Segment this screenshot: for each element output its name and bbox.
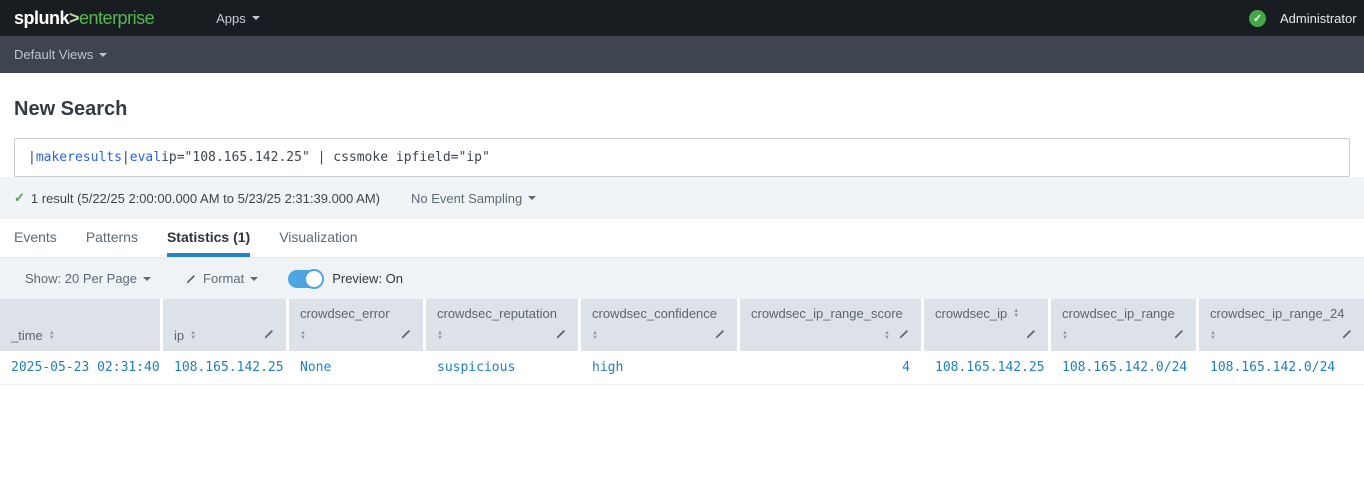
spl-plain-text: | bbox=[122, 150, 130, 165]
column-header-crowdsec_ip_range_24[interactable]: crowdsec_ip_range_24 ▲▼ bbox=[1196, 299, 1364, 351]
results-tabs: Events Patterns Statistics (1) Visualizatio… bbox=[0, 219, 1364, 257]
column-name-label: crowdsec_ip_range_24 bbox=[1210, 306, 1344, 321]
statistics-table: _time▲▼ip▲▼crowdsec_error▲▼crowdsec_repu… bbox=[0, 299, 1364, 385]
page-title: New Search bbox=[14, 98, 1364, 121]
column-format-pencil-icon[interactable] bbox=[400, 328, 412, 343]
search-query-input[interactable]: | makeresults | eval ip="108.165.142.25"… bbox=[14, 138, 1350, 177]
column-name-label: crowdsec_ip bbox=[935, 306, 1007, 321]
column-name-label: crowdsec_confidence bbox=[592, 306, 717, 321]
splunk-logo[interactable]: splunk>enterprise bbox=[14, 8, 154, 29]
statistics-table-container: _time▲▼ip▲▼crowdsec_error▲▼crowdsec_repu… bbox=[0, 299, 1364, 385]
search-complete-icon: ✓ bbox=[14, 190, 25, 206]
column-name-label: crowdsec_error bbox=[300, 306, 390, 321]
spl-plain-text: | bbox=[28, 150, 36, 165]
spl-command-text: eval bbox=[130, 150, 161, 165]
spl-plain-text: ip="108.165.142.25" | cssmoke ipfield="i… bbox=[161, 150, 490, 165]
column-format-pencil-icon[interactable] bbox=[1025, 328, 1037, 343]
table-cell-crowdsec_ip_range_24[interactable]: 108.165.142.0/24 bbox=[1196, 351, 1364, 385]
search-status-bar: ✓ 1 result (5/22/25 2:00:00.000 AM to 5/… bbox=[0, 177, 1364, 219]
health-check-icon[interactable]: ✓ bbox=[1249, 10, 1266, 27]
column-format-pencil-icon[interactable] bbox=[1173, 328, 1185, 343]
chevron-down-icon bbox=[143, 277, 151, 281]
sort-icon[interactable]: ▲▼ bbox=[884, 331, 890, 341]
preview-toggle[interactable] bbox=[288, 270, 323, 288]
tab-events[interactable]: Events bbox=[14, 219, 57, 257]
top-navigation-bar: splunk>enterprise Apps ✓ Administrator bbox=[0, 0, 1364, 36]
preview-state-label: Preview: On bbox=[332, 271, 403, 286]
spl-command-text: makeresults bbox=[36, 150, 122, 165]
chevron-down-icon bbox=[250, 277, 258, 281]
column-header-ip[interactable]: ip ▲▼ bbox=[160, 299, 286, 351]
sort-icon[interactable]: ▲▼ bbox=[1210, 331, 1216, 341]
default-views-menu[interactable]: Default Views bbox=[14, 47, 107, 62]
column-format-pencil-icon[interactable] bbox=[555, 328, 567, 343]
table-cell-ip[interactable]: 108.165.142.25 bbox=[160, 351, 286, 385]
logo-gt-text: > bbox=[69, 8, 79, 28]
per-page-label: Show: 20 Per Page bbox=[25, 271, 137, 286]
column-format-pencil-icon[interactable] bbox=[1341, 328, 1353, 343]
user-menu[interactable]: Administrator bbox=[1280, 11, 1357, 26]
event-sampling-menu[interactable]: No Event Sampling bbox=[411, 191, 536, 206]
column-name-label: _time bbox=[11, 328, 43, 343]
per-page-menu[interactable]: Show: 20 Per Page bbox=[25, 271, 151, 286]
logo-product-text: enterprise bbox=[79, 8, 154, 28]
apps-menu[interactable]: Apps bbox=[216, 11, 260, 26]
table-cell-crowdsec_error[interactable]: None bbox=[286, 351, 423, 385]
table-cell-_time[interactable]: 2025-05-23 02:31:40 bbox=[0, 351, 160, 385]
column-name-label: crowdsec_reputation bbox=[437, 306, 557, 321]
chevron-down-icon bbox=[528, 196, 536, 200]
column-header-crowdsec_error[interactable]: crowdsec_error ▲▼ bbox=[286, 299, 423, 351]
column-header-crowdsec_ip_range_score[interactable]: crowdsec_ip_range_score ▲▼ bbox=[737, 299, 921, 351]
sort-icon[interactable]: ▲▼ bbox=[1062, 331, 1068, 341]
default-views-label: Default Views bbox=[14, 47, 93, 62]
table-cell-crowdsec_ip[interactable]: 108.165.142.25 bbox=[921, 351, 1048, 385]
format-label: Format bbox=[203, 271, 244, 286]
column-format-pencil-icon[interactable] bbox=[898, 328, 910, 343]
column-header-crowdsec_confidence[interactable]: crowdsec_confidence ▲▼ bbox=[578, 299, 737, 351]
result-summary: 1 result (5/22/25 2:00:00.000 AM to 5/23… bbox=[31, 191, 380, 206]
table-cell-crowdsec_ip_range_score[interactable]: 4 bbox=[737, 351, 921, 385]
app-navigation-bar: Default Views bbox=[0, 36, 1364, 73]
column-format-pencil-icon[interactable] bbox=[263, 328, 275, 343]
sort-icon[interactable]: ▲▼ bbox=[592, 331, 598, 341]
column-name-label: crowdsec_ip_range_score bbox=[751, 306, 903, 321]
sort-icon[interactable]: ▲▼ bbox=[300, 331, 306, 341]
column-name-label: ip bbox=[174, 328, 184, 343]
sort-icon[interactable]: ▲▼ bbox=[190, 331, 196, 341]
tab-patterns[interactable]: Patterns bbox=[86, 219, 138, 257]
table-row: 2025-05-23 02:31:40108.165.142.25Nonesus… bbox=[0, 351, 1364, 385]
chevron-down-icon bbox=[252, 16, 260, 20]
table-cell-crowdsec_ip_range[interactable]: 108.165.142.0/24 bbox=[1048, 351, 1196, 385]
sort-icon[interactable]: ▲▼ bbox=[49, 331, 55, 341]
column-header-_time[interactable]: _time ▲▼ bbox=[0, 299, 160, 351]
column-header-crowdsec_ip_range[interactable]: crowdsec_ip_range ▲▼ bbox=[1048, 299, 1196, 351]
logo-splunk-text: splunk bbox=[14, 8, 69, 28]
pencil-icon bbox=[185, 273, 197, 285]
event-sampling-label: No Event Sampling bbox=[411, 191, 522, 206]
table-cell-crowdsec_reputation[interactable]: suspicious bbox=[423, 351, 578, 385]
toggle-knob-icon bbox=[304, 269, 324, 289]
sort-icon[interactable]: ▲▼ bbox=[437, 331, 443, 341]
column-header-crowdsec_reputation[interactable]: crowdsec_reputation ▲▼ bbox=[423, 299, 578, 351]
tab-statistics-1[interactable]: Statistics (1) bbox=[167, 219, 250, 257]
column-header-crowdsec_ip[interactable]: crowdsec_ip ▲▼ bbox=[921, 299, 1048, 351]
column-format-pencil-icon[interactable] bbox=[714, 328, 726, 343]
topbar-right-section: ✓ Administrator bbox=[1249, 0, 1357, 36]
tab-visualization[interactable]: Visualization bbox=[279, 219, 357, 257]
results-controls-bar: Show: 20 Per Page Format Preview: On bbox=[0, 257, 1364, 299]
apps-menu-label: Apps bbox=[216, 11, 246, 26]
chevron-down-icon bbox=[99, 53, 107, 57]
format-menu[interactable]: Format bbox=[185, 271, 258, 286]
sort-icon[interactable]: ▲▼ bbox=[1013, 309, 1019, 319]
column-name-label: crowdsec_ip_range bbox=[1062, 306, 1175, 321]
table-cell-crowdsec_confidence[interactable]: high bbox=[578, 351, 737, 385]
